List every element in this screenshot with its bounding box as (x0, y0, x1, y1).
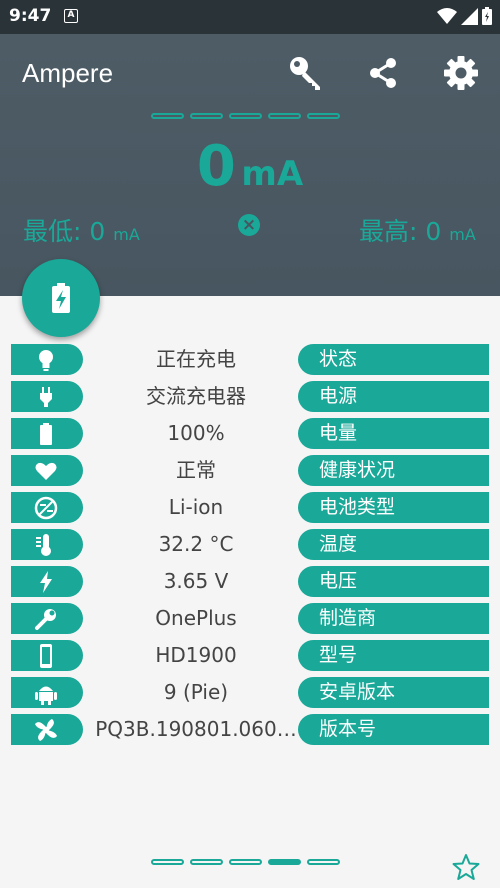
row-value: HD1900 (155, 643, 237, 667)
list-item: 正在充电 状态 (11, 343, 490, 380)
wrench-icon (35, 609, 56, 630)
row-label: 制造商 (298, 603, 489, 634)
list-item: 正常 健康状况 (11, 454, 490, 491)
status-bar: 9:47 A (0, 0, 500, 34)
top-pager (151, 113, 340, 123)
share-icon[interactable] (364, 54, 402, 92)
wifi-icon (437, 8, 457, 24)
key-icon[interactable] (287, 54, 325, 92)
max-value: 0 (425, 217, 442, 246)
thermometer-icon (36, 534, 51, 556)
star-icon[interactable] (451, 853, 481, 881)
row-value: Li-ion (168, 495, 224, 519)
row-value: 正在充电 (156, 347, 236, 371)
row-label: 电压 (298, 566, 489, 597)
row-value: 9 (Pie) (163, 680, 229, 704)
min-value: 0 (89, 217, 106, 246)
list-item: 交流充电器 电源 (11, 380, 490, 417)
battery-charging-icon (52, 283, 70, 313)
list-item: OnePlus 制造商 (11, 602, 490, 639)
current-unit: mA (241, 154, 304, 194)
row-icon-tab (11, 529, 83, 560)
min-unit: mA (113, 225, 140, 244)
battery-icon (40, 423, 52, 445)
system-icons (437, 7, 492, 25)
row-icon-tab (11, 677, 83, 708)
row-icon-tab (11, 714, 83, 745)
row-label: 型号 (298, 640, 489, 671)
pager-dot[interactable] (190, 859, 223, 865)
battery-info-list: 正在充电 状态 交流充电器 电源 100% 电量 正常 健康状况 Li-ion … (11, 343, 490, 750)
list-item: 100% 电量 (11, 417, 490, 454)
list-item: 9 (Pie) 安卓版本 (11, 676, 490, 713)
list-item: 32.2 °C 温度 (11, 528, 490, 565)
phone-icon (40, 644, 52, 668)
pager-dot[interactable] (268, 113, 301, 119)
reset-icon[interactable]: × (238, 214, 260, 236)
row-value: 3.65 V (163, 569, 229, 593)
row-icon-tab (11, 640, 83, 671)
notification-icon: A (64, 9, 78, 23)
row-icon-tab (11, 492, 83, 523)
list-item: HD1900 型号 (11, 639, 490, 676)
pager-dot[interactable] (307, 859, 340, 865)
signal-icon (461, 7, 478, 25)
row-icon-tab (11, 418, 83, 449)
row-value: 32.2 °C (158, 532, 234, 556)
list-item: PQ3B.190801.060… 版本号 (11, 713, 490, 750)
row-icon-tab (11, 381, 83, 412)
battery-fab[interactable] (22, 259, 100, 337)
row-value: OnePlus (155, 606, 237, 630)
app-title: Ampere (22, 58, 114, 88)
current-value: 0 (196, 134, 236, 199)
row-label: 电源 (298, 381, 489, 412)
header-panel: Ampere 0 mA 最低: 0 mA × 最高: 0 mA (0, 34, 500, 296)
heart-icon (35, 462, 57, 480)
list-item: Li-ion 电池类型 (11, 491, 490, 528)
battery-status-icon (482, 7, 492, 25)
pager-dot[interactable] (229, 859, 262, 865)
row-icon-tab (11, 455, 83, 486)
pager-dot-active[interactable] (268, 859, 301, 865)
row-label: 温度 (298, 529, 489, 560)
row-value: 交流充电器 (146, 384, 246, 408)
android-icon (35, 686, 57, 705)
pager-dot[interactable] (229, 113, 262, 119)
fan-icon (35, 719, 57, 741)
row-label: 电池类型 (298, 492, 489, 523)
row-label: 电量 (298, 418, 489, 449)
current-reading: 0 mA (0, 134, 500, 199)
pager-dot[interactable] (307, 113, 340, 119)
max-label: 最高: (359, 217, 418, 246)
pager-dot[interactable] (151, 113, 184, 119)
bottom-pager (151, 859, 340, 869)
row-icon-tab (11, 344, 83, 375)
min-label: 最低: (23, 217, 82, 246)
gear-icon[interactable] (442, 54, 480, 92)
lightning-icon (40, 571, 52, 593)
battery-type-icon (34, 496, 58, 520)
row-icon-tab (11, 603, 83, 634)
pager-dot[interactable] (151, 859, 184, 865)
plug-icon (40, 387, 52, 407)
max-reading: 最高: 0 mA (359, 212, 476, 248)
pager-dot[interactable] (190, 113, 223, 119)
bulb-icon (39, 350, 53, 371)
row-label: 版本号 (298, 714, 489, 745)
row-value: 100% (167, 421, 225, 445)
row-icon-tab (11, 566, 83, 597)
row-label: 安卓版本 (298, 677, 489, 708)
row-label: 状态 (298, 344, 489, 375)
row-value: PQ3B.190801.060… (95, 717, 297, 741)
row-label: 健康状况 (298, 455, 489, 486)
min-reading: 最低: 0 mA (23, 212, 140, 248)
row-value: 正常 (176, 458, 216, 482)
list-item: 3.65 V 电压 (11, 565, 490, 602)
status-time: 9:47 (9, 6, 52, 26)
max-unit: mA (449, 225, 476, 244)
